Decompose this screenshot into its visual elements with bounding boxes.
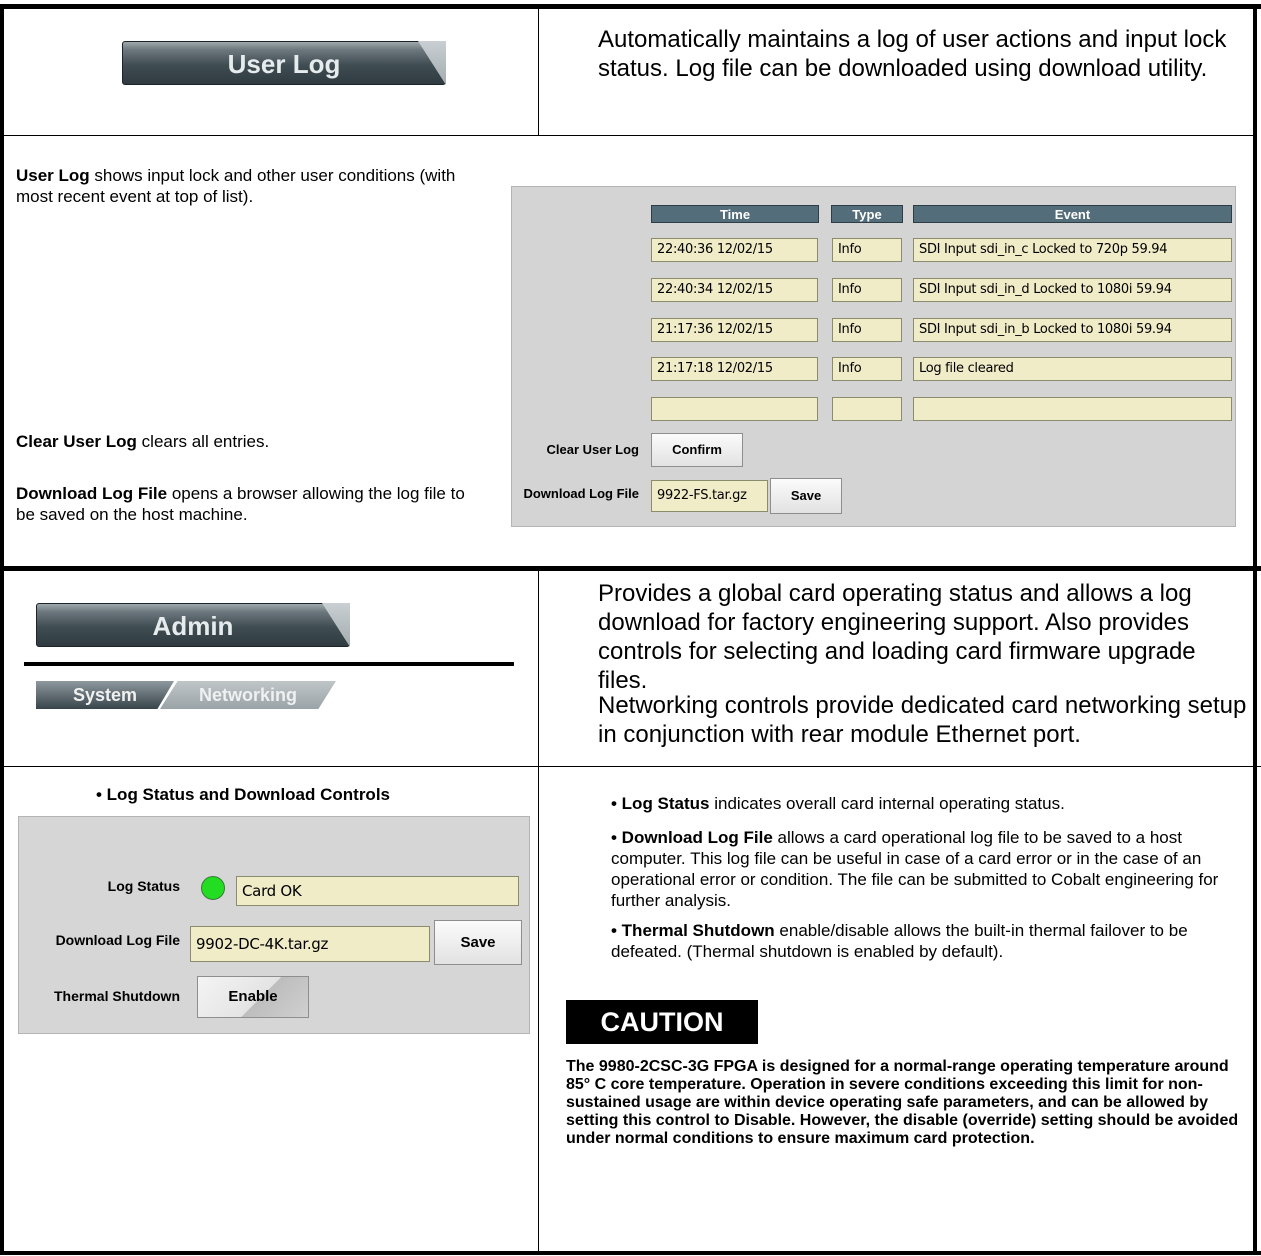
- admin-tab-label: Admin: [152, 611, 234, 641]
- col-header-event: Event: [913, 205, 1232, 223]
- bullet-log-status: • Log Status indicates overall card inte…: [611, 793, 1251, 814]
- desc-bold: Clear User Log: [16, 432, 137, 451]
- col-header-time: Time: [651, 205, 819, 223]
- clear-user-log-label: Clear User Log: [546, 442, 639, 457]
- rule-1b: [536, 135, 1257, 136]
- save-button[interactable]: Save: [770, 478, 842, 514]
- download-log-desc: Download Log File opens a browser allowi…: [16, 483, 486, 525]
- confirm-button[interactable]: Confirm: [651, 433, 743, 467]
- log-event-cell: Log file cleared: [913, 357, 1232, 381]
- rule-2: [0, 566, 1261, 571]
- download-log-file-label: Download Log File: [55, 932, 180, 948]
- networking-summary: Networking controls provide dedicated ca…: [598, 692, 1247, 748]
- caution-text: The 9980-2CSC-3G FPGA is designed for a …: [566, 1058, 1239, 1147]
- thermal-shutdown-label: Thermal Shutdown: [54, 988, 180, 1004]
- admin-summary: Provides a global card operating status …: [598, 580, 1196, 694]
- log-event-cell: SDI Input sdi_in_d Locked to 1080i 59.94: [913, 278, 1232, 302]
- log-type-cell: Info: [832, 278, 902, 302]
- rule-top: [0, 4, 1261, 9]
- download-file-field[interactable]: 9902-DC-4K.tar.gz: [190, 926, 430, 962]
- log-type-cell: Info: [832, 357, 902, 381]
- admin-tab[interactable]: Admin: [36, 603, 350, 647]
- divider-a: [538, 6, 539, 136]
- desc-text: clears all entries.: [136, 432, 270, 451]
- log-event-cell: [913, 397, 1232, 421]
- rule-1a: [4, 135, 536, 136]
- tab-slant: [418, 41, 446, 85]
- divider-b: [538, 571, 539, 1253]
- log-type-cell: Info: [832, 238, 902, 262]
- rule-3: [0, 766, 1261, 767]
- thermal-enable-button[interactable]: Enable: [197, 976, 309, 1018]
- user-log-tab[interactable]: User Log: [122, 41, 446, 85]
- status-indicator-icon: [201, 876, 225, 900]
- save-button[interactable]: Save: [434, 920, 522, 965]
- admin-underline: [24, 662, 514, 666]
- log-time-cell: 22:40:36 12/02/15: [651, 238, 818, 262]
- log-status-label: Log Status: [107, 878, 180, 894]
- tab-networking[interactable]: Networking: [160, 681, 336, 709]
- desc-bold: User Log: [16, 166, 90, 185]
- log-type-cell: Info: [832, 318, 902, 342]
- tab-slant: [322, 603, 350, 647]
- bullet-bold: • Thermal Shutdown: [611, 921, 775, 940]
- log-type-cell: [832, 397, 902, 421]
- bullet-download: • Download Log File allows a card operat…: [611, 827, 1251, 911]
- log-time-cell: [651, 397, 818, 421]
- user-log-tab-label: User Log: [227, 49, 341, 79]
- log-time-cell: 22:40:34 12/02/15: [651, 278, 818, 302]
- bullet-text: indicates overall card internal operatin…: [709, 794, 1065, 813]
- download-file-field[interactable]: 9922-FS.tar.gz: [651, 480, 768, 512]
- user-log-summary: Automatically maintains a log of user ac…: [598, 26, 1227, 82]
- caution-banner: CAUTION: [566, 1000, 758, 1044]
- user-log-desc: User Log shows input lock and other user…: [16, 165, 496, 207]
- tab-system[interactable]: System: [36, 681, 174, 709]
- log-status-field: Card OK: [236, 876, 519, 906]
- col-header-type: Type: [831, 205, 903, 223]
- log-event-cell: SDI Input sdi_in_c Locked to 720p 59.94: [913, 238, 1232, 262]
- clear-log-desc: Clear User Log clears all entries.: [16, 431, 496, 452]
- log-event-cell: SDI Input sdi_in_b Locked to 1080i 59.94: [913, 318, 1232, 342]
- download-log-file-label: Download Log File: [523, 486, 639, 501]
- log-time-cell: 21:17:18 12/02/15: [651, 357, 818, 381]
- bullet-thermal: • Thermal Shutdown enable/disable allows…: [611, 920, 1251, 962]
- rule-bottom: [0, 1251, 1261, 1255]
- desc-bold: Download Log File: [16, 484, 168, 503]
- section-title: • Log Status and Download Controls: [96, 785, 390, 804]
- log-time-cell: 21:17:36 12/02/15: [651, 318, 818, 342]
- bullet-bold: • Download Log File: [611, 828, 773, 847]
- bullet-bold: • Log Status: [611, 794, 710, 813]
